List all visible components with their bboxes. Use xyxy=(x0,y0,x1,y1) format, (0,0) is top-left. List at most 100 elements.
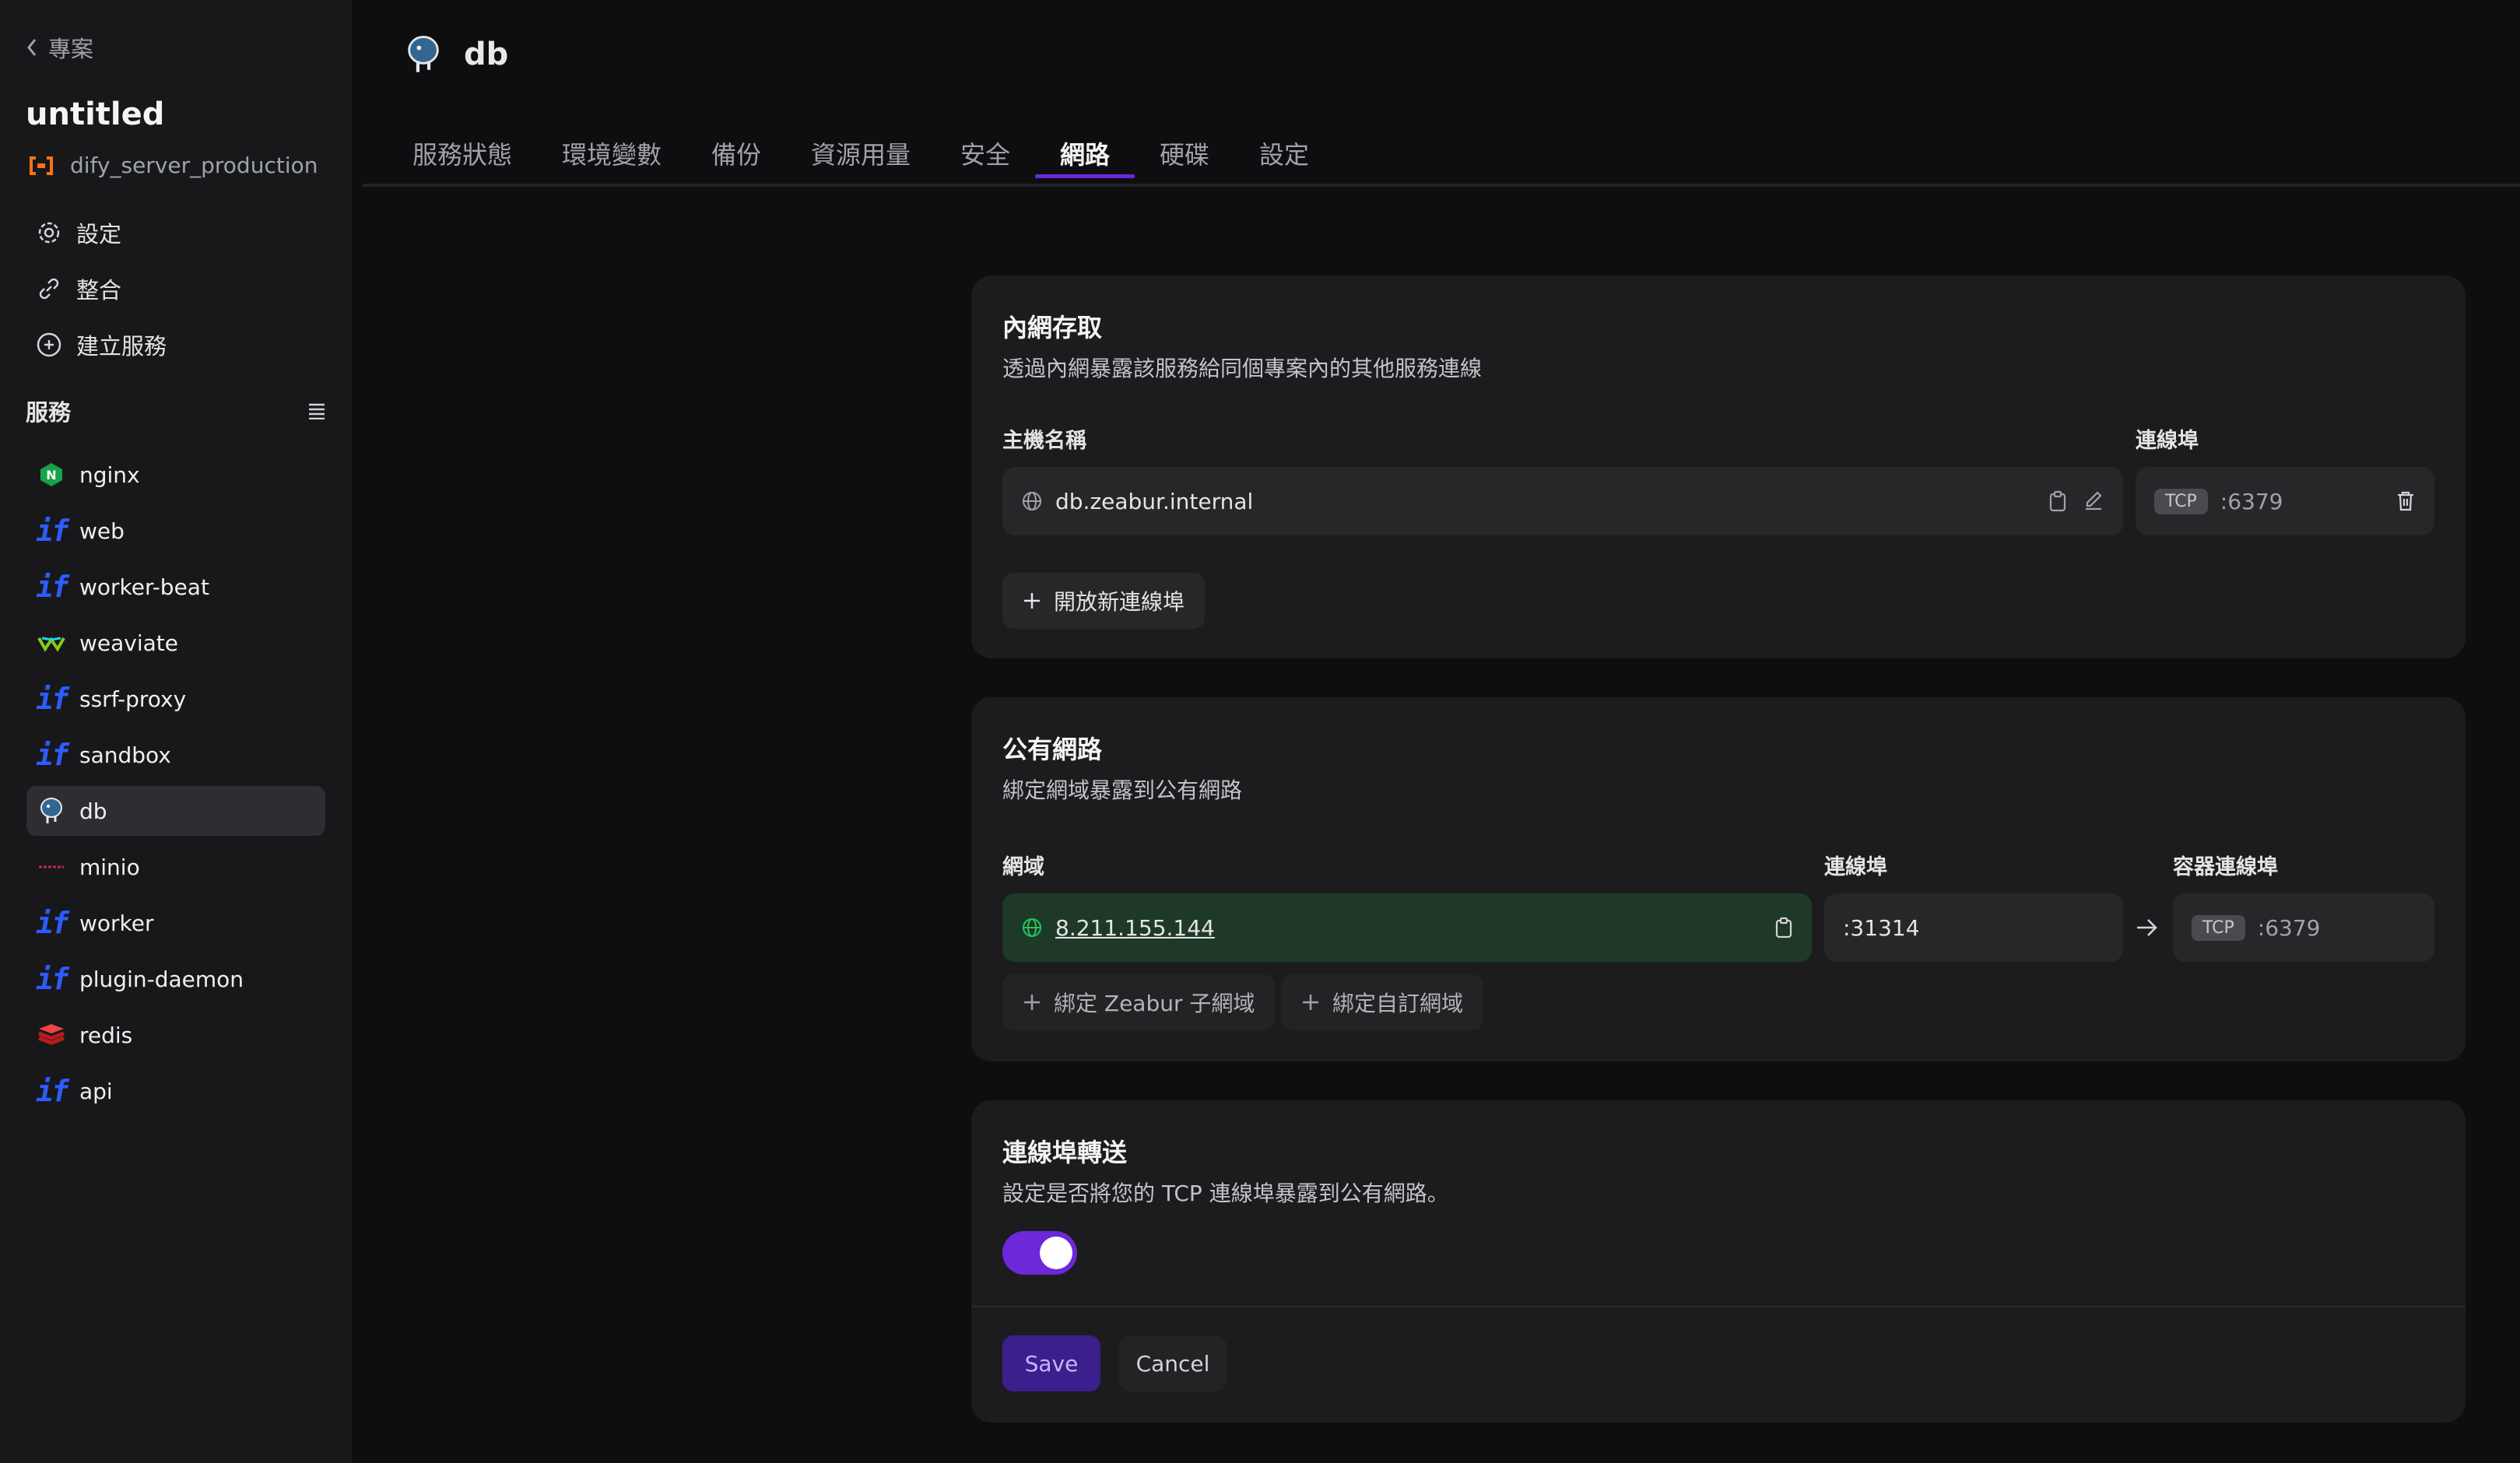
private-network-description: 透過內網暴露該服務給同個專案內的其他服務連線 xyxy=(1002,356,1483,381)
public-network-card: 公有網路 綁定網域暴露到公有網路 網域 連線埠 容器連線埠 8.211.155.… xyxy=(971,697,2466,1061)
arrow-right-icon xyxy=(2134,915,2160,940)
service-item-minio[interactable]: minio xyxy=(26,842,325,892)
sidebar-item-label: 設定 xyxy=(76,221,122,247)
service-name: redis xyxy=(79,1022,133,1048)
tab-service-status[interactable]: 服務狀態 xyxy=(412,135,512,185)
sidebar-item-create-service[interactable]: 建立服務 xyxy=(36,328,167,361)
copy-icon[interactable] xyxy=(1774,917,1793,938)
protocol-badge: TCP xyxy=(2192,914,2245,941)
save-button[interactable]: Save xyxy=(1002,1335,1100,1391)
service-name: web xyxy=(79,517,125,544)
service-name: sandbox xyxy=(79,742,171,768)
postgres-icon xyxy=(405,34,442,75)
port-label: 連線埠 xyxy=(2136,429,2199,453)
port-forwarding-toggle[interactable] xyxy=(1002,1231,1077,1275)
service-item-plugin-daemon[interactable]: if plugin-daemon xyxy=(26,954,325,1004)
service-name: worker-beat xyxy=(79,574,209,600)
sidebar-item-label: 建立服務 xyxy=(76,333,167,360)
back-label: 專案 xyxy=(48,36,94,62)
service-item-api[interactable]: if api xyxy=(26,1066,325,1116)
dify-icon: if xyxy=(36,906,69,940)
service-item-redis[interactable]: redis xyxy=(26,1010,325,1060)
service-name: nginx xyxy=(79,461,140,488)
dify-icon: if xyxy=(36,1074,69,1108)
tab-resource-usage[interactable]: 資源用量 xyxy=(811,135,911,185)
service-name: plugin-daemon xyxy=(79,966,244,992)
service-name: api xyxy=(79,1078,113,1104)
open-new-port-label: 開放新連線埠 xyxy=(1054,589,1185,615)
public-network-description: 綁定網域暴露到公有網路 xyxy=(1002,777,1243,803)
active-tab-indicator xyxy=(1035,174,1135,178)
cancel-button[interactable]: Cancel xyxy=(1119,1335,1227,1391)
public-port-label: 連線埠 xyxy=(1824,855,1887,879)
plus-circle-icon xyxy=(36,332,62,358)
service-item-web[interactable]: if web xyxy=(26,506,325,556)
service-item-ssrf-proxy[interactable]: if ssrf-proxy xyxy=(26,674,325,724)
gear-icon xyxy=(36,219,62,246)
postgres-icon xyxy=(36,795,67,826)
globe-icon xyxy=(1021,490,1043,512)
hostname-value: db.zeabur.internal xyxy=(1055,488,1254,514)
plus-icon xyxy=(1023,993,1041,1012)
bind-custom-label: 綁定自訂網域 xyxy=(1332,991,1464,1016)
list-menu-icon[interactable] xyxy=(307,402,326,419)
dify-icon: if xyxy=(36,514,69,548)
service-item-sandbox[interactable]: if sandbox xyxy=(26,730,325,780)
service-item-db[interactable]: db xyxy=(26,786,325,836)
public-port-value: :31314 xyxy=(1843,914,1920,941)
hostname-field: db.zeabur.internal xyxy=(1002,467,2123,535)
port-forwarding-title: 連線埠轉送 xyxy=(1002,1138,1128,1167)
environment-selector[interactable]: dify_server_production xyxy=(28,153,318,178)
redis-icon xyxy=(36,1019,67,1051)
bind-custom-domain-button[interactable]: 綁定自訂網域 xyxy=(1281,974,1484,1030)
service-item-worker[interactable]: if worker xyxy=(26,898,325,948)
divider xyxy=(971,1306,2466,1307)
internal-port-field: TCP :6379 xyxy=(2136,467,2434,535)
service-item-nginx[interactable]: N nginx xyxy=(26,450,325,500)
services-title: 服務 xyxy=(26,399,72,426)
back-link[interactable]: 專案 xyxy=(25,31,93,64)
domain-field: 8.211.155.144 xyxy=(1002,893,1812,962)
bind-zeabur-subdomain-button[interactable]: 綁定 Zeabur 子網域 xyxy=(1002,974,1276,1030)
port-forwarding-description: 設定是否將您的 TCP 連線埠暴露到公有網路。 xyxy=(1002,1181,1449,1206)
sidebar-item-integrations[interactable]: 整合 xyxy=(36,272,121,305)
sidebar-item-settings[interactable]: 設定 xyxy=(36,216,121,249)
tab-env-vars[interactable]: 環境變數 xyxy=(562,135,662,185)
protocol-badge: TCP xyxy=(2154,488,2208,514)
sidebar-item-label: 整合 xyxy=(76,277,122,303)
minio-icon xyxy=(36,851,67,882)
open-new-port-button[interactable]: 開放新連線埠 xyxy=(1002,573,1206,629)
link-icon xyxy=(36,275,62,302)
dify-icon: if xyxy=(36,682,69,716)
bind-zeabur-label: 綁定 Zeabur 子網域 xyxy=(1054,991,1255,1016)
tab-backup[interactable]: 備份 xyxy=(711,135,761,185)
toggle-knob xyxy=(1040,1237,1072,1269)
environment-icon xyxy=(28,155,54,177)
service-name: minio xyxy=(79,854,140,880)
service-item-worker-beat[interactable]: if worker-beat xyxy=(26,562,325,612)
sidebar: 專案 untitled dify_server_production 設定 整合… xyxy=(0,0,352,1463)
domain-link[interactable]: 8.211.155.144 xyxy=(1055,915,1774,941)
tab-disk[interactable]: 硬碟 xyxy=(1160,135,1209,185)
nginx-icon: N xyxy=(36,459,67,490)
container-port-value: :6379 xyxy=(2257,914,2321,941)
dify-icon: if xyxy=(36,962,69,996)
port-value: :6379 xyxy=(2220,488,2283,514)
domain-label: 網域 xyxy=(1002,855,1044,879)
edit-icon[interactable] xyxy=(2083,490,2104,512)
container-port-label: 容器連線埠 xyxy=(2173,855,2278,879)
services-header: 服務 xyxy=(26,395,326,427)
public-port-field: :31314 xyxy=(1824,893,2123,962)
service-name: db xyxy=(79,798,107,824)
tab-security[interactable]: 安全 xyxy=(960,135,1010,185)
service-item-weaviate[interactable]: weaviate xyxy=(26,618,325,668)
trash-icon[interactable] xyxy=(2395,490,2416,512)
environment-name: dify_server_production xyxy=(70,153,318,178)
weaviate-icon xyxy=(36,627,67,658)
globe-icon xyxy=(1021,917,1043,938)
service-header: db xyxy=(405,34,508,75)
copy-icon[interactable] xyxy=(2048,490,2067,512)
tab-settings[interactable]: 設定 xyxy=(1259,135,1309,185)
private-network-title: 內網存取 xyxy=(1002,313,1103,342)
plus-icon xyxy=(1301,993,1320,1012)
